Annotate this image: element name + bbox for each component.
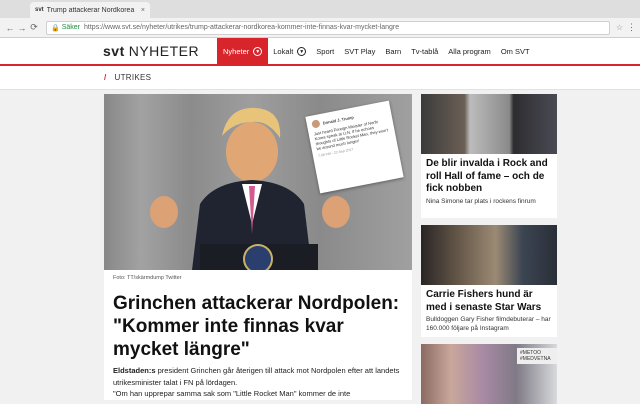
lock-icon: 🔒	[51, 24, 60, 32]
browser-tab-strip: svt Trump attackerar Nordkorea ×	[0, 0, 640, 18]
browser-tab[interactable]: svt Trump attackerar Nordkorea ×	[30, 2, 150, 18]
tab-title: Trump attackerar Nordkorea	[46, 6, 135, 14]
sidebar-card-carrie[interactable]: Carrie Fishers hund är med i senaste Sta…	[421, 225, 557, 337]
back-icon[interactable]: ←	[4, 23, 16, 33]
nav-item-om-svt[interactable]: Om SVT	[496, 38, 535, 64]
browser-toolbar: ← → ⟳ 🔒 Säker https://www.svt.se/nyheter…	[0, 18, 640, 38]
sidebar-card-rock[interactable]: De blir invalda i Rock and roll Hall of …	[421, 94, 557, 218]
address-bar[interactable]: 🔒 Säker https://www.svt.se/nyheter/utrik…	[46, 20, 610, 35]
nav-item-barn[interactable]: Barn	[380, 38, 406, 64]
card-title[interactable]: De blir invalda i Rock and roll Hall of …	[421, 154, 557, 196]
nav-item-nyheter[interactable]: Nyheter ▼	[217, 38, 269, 64]
card-title[interactable]: Carrie Fishers hund är med i senaste Sta…	[421, 285, 557, 314]
svt-favicon-icon: svt	[35, 7, 44, 13]
card-subtitle: Bulldoggen Gary Fisher filmdebuterar – h…	[426, 316, 551, 332]
sidebar-card-metoo[interactable]: #METOO #MEDVETNA	[421, 344, 557, 404]
nav-item-svt-play[interactable]: SVT Play	[339, 38, 380, 64]
avatar	[311, 119, 321, 129]
menu-icon[interactable]: ⋮	[627, 22, 636, 33]
photo-credit: Foto: TT/skärmdump Twitter	[104, 270, 412, 286]
reload-icon[interactable]: ⟳	[28, 22, 40, 33]
hero-image[interactable]: Donald J. Trump Just heard Foreign Minis…	[104, 94, 412, 270]
metoo-tag: #METOO #MEDVETNA	[517, 348, 557, 364]
url-text[interactable]: https://www.svt.se/nyheter/utrikes/trump…	[84, 24, 399, 31]
svt-logo[interactable]: svt NYHETER	[0, 38, 217, 64]
secure-label: Säker	[61, 24, 81, 31]
forward-icon[interactable]: →	[16, 23, 28, 33]
metoo-image: #METOO #MEDVETNA	[421, 344, 557, 404]
nav-item-tv-tabla[interactable]: Tv-tablå	[406, 38, 443, 64]
nav-item-alla-program[interactable]: Alla program	[443, 38, 496, 64]
site-header: svt NYHETER Nyheter ▼ Lokalt ▼ Sport SVT Pl…	[0, 38, 640, 66]
nav-item-sport[interactable]: Sport	[311, 38, 339, 64]
section-label[interactable]: UTRIKES	[115, 73, 152, 82]
main-nav: Nyheter ▼ Lokalt ▼ Sport SVT Play Barn Tv-…	[217, 38, 535, 64]
nav-item-lokalt[interactable]: Lokalt ▼	[268, 38, 311, 64]
section-breadcrumb: / UTRIKES	[0, 66, 640, 90]
chevron-down-icon[interactable]: ▼	[297, 46, 307, 56]
embedded-tweet: Donald J. Trump Just heard Foreign Minis…	[305, 100, 404, 194]
article-lead: Eldstaden:s president Grinchen går återi…	[113, 366, 400, 399]
rock-hall-image	[421, 94, 557, 154]
card-subtitle: Nina Simone tar plats i rockens finrum	[426, 197, 536, 205]
close-icon[interactable]: ×	[141, 7, 145, 14]
star-icon[interactable]: ☆	[616, 23, 623, 32]
carrie-fisher-dog-image	[421, 225, 557, 285]
chevron-down-icon[interactable]: ▼	[253, 46, 263, 56]
article-headline[interactable]: Grinchen attackerar Nordpolen: "Kommer i…	[113, 292, 408, 362]
